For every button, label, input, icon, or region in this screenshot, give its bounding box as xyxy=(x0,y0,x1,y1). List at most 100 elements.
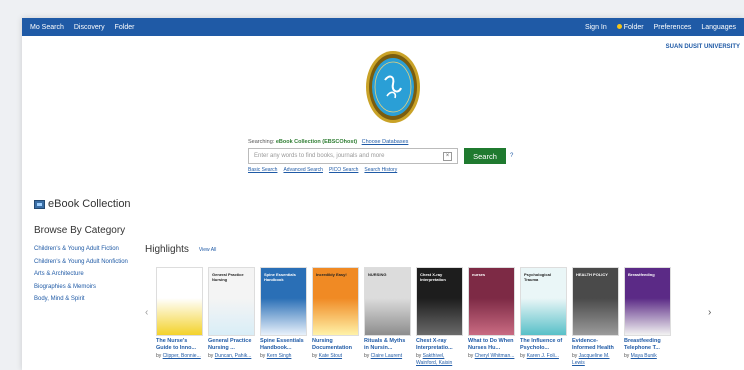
collection-heading: eBook Collection xyxy=(34,198,131,210)
search-panel: Searching: eBook Collection (EBSCOhost) … xyxy=(248,139,548,173)
ebook-icon xyxy=(34,199,45,209)
toolbar-link-new-search[interactable]: Mo Search xyxy=(30,24,64,31)
folder-link[interactable]: Folder xyxy=(616,23,644,31)
folder-icon xyxy=(616,23,622,29)
by-label: by xyxy=(520,353,526,359)
author-link[interactable]: Jacqueline M. Lewis xyxy=(572,353,610,366)
highlights-header: Highlights View All xyxy=(145,244,216,255)
pico-search-link[interactable]: PICO Search xyxy=(329,167,358,173)
book-title-link[interactable]: The Influence of Psycholo... xyxy=(520,338,567,352)
book-author: by Jacqueline M. Lewis xyxy=(572,353,619,366)
book-title-link[interactable]: General Practice Nursing ... xyxy=(208,338,255,352)
cover-text: nurses xyxy=(472,272,486,277)
view-all-link[interactable]: View All xyxy=(199,247,216,253)
top-toolbar: Mo Search Discovery Folder Sign In Folde… xyxy=(22,18,744,36)
book-title-link[interactable]: Rituals & Myths in Nursin... xyxy=(364,338,411,352)
book-author: by Karen J. Foli... xyxy=(520,353,567,360)
book-cover-image[interactable]: nurses xyxy=(468,267,515,336)
book-cover-image[interactable] xyxy=(156,267,203,336)
book-card[interactable]: NURSING Rituals & Myths in Nursin... by Cl… xyxy=(364,267,411,366)
by-label: by xyxy=(468,353,474,359)
category-link[interactable]: Children's & Young Adult Nonfiction xyxy=(34,256,134,269)
author-link[interactable]: Sakthivel, Wainford, Kaisin xyxy=(416,353,452,366)
book-cover-image[interactable]: HEALTH POLICY xyxy=(572,267,619,336)
book-card[interactable]: The Nurse's Guide to Inno... by Clipper, … xyxy=(156,267,203,366)
book-card[interactable]: Spine Essentials Handbook Spine Essential… xyxy=(260,267,307,366)
book-card[interactable]: Incredibly Easy! Nursing Documentation Ma… xyxy=(312,267,359,366)
selected-database: eBook Collection (EBSCOhost) xyxy=(275,139,358,145)
by-label: by xyxy=(624,353,630,359)
by-label: by xyxy=(260,353,266,359)
by-label: by xyxy=(156,353,162,359)
book-cover-image[interactable]: Chest X-ray Interpretation xyxy=(416,267,463,336)
category-link[interactable]: Biographies & Memoirs xyxy=(34,281,134,294)
author-link[interactable]: Cheryl Whitman... xyxy=(475,353,515,359)
category-link[interactable]: Children's & Young Adult Fiction xyxy=(34,243,134,256)
toolbar-link-discovery[interactable]: Discovery xyxy=(74,24,105,31)
search-input[interactable]: Enter any words to find books, journals … xyxy=(248,148,458,164)
book-title-link[interactable]: Breastfeeding Telephone T... xyxy=(624,338,671,352)
book-title-link[interactable]: Nursing Documentation Mad... xyxy=(312,338,359,352)
book-title-link[interactable]: Evidence-Informed Health ... xyxy=(572,338,619,352)
sign-in-link[interactable]: Sign In xyxy=(585,24,607,31)
choose-databases-link[interactable]: Choose Databases xyxy=(362,139,409,145)
author-link[interactable]: Maya Bunik xyxy=(631,353,657,359)
university-seal-logo xyxy=(366,51,420,123)
book-cover-image[interactable]: Spine Essentials Handbook xyxy=(260,267,307,336)
languages-menu[interactable]: Languages xyxy=(701,24,736,31)
book-card[interactable]: General Practice Nursing General Practice… xyxy=(208,267,255,366)
toolbar-link-folder[interactable]: Folder xyxy=(115,24,135,31)
book-author: by Clipper, Bonnie... xyxy=(156,353,203,360)
cover-text: Chest X-ray Interpretation xyxy=(420,272,446,282)
searching-line: Searching: eBook Collection (EBSCOhost) … xyxy=(248,139,548,145)
institution-name: SUAN DUSIT UNIVERSITY xyxy=(665,44,740,50)
cover-text: Incredibly Easy! xyxy=(316,272,347,277)
category-link[interactable]: Arts & Architecture xyxy=(34,268,134,281)
book-card[interactable]: Chest X-ray Interpretation Chest X-ray In… xyxy=(416,267,463,366)
category-link[interactable]: Body, Mind & Spirit xyxy=(34,293,134,306)
book-author: by Maya Bunik xyxy=(624,353,671,360)
clear-search-icon[interactable]: × xyxy=(443,151,452,161)
book-cover-image[interactable]: NURSING xyxy=(364,267,411,336)
book-title-link[interactable]: What to Do When Nurses Hu... xyxy=(468,338,515,352)
search-placeholder: Enter any words to find books, journals … xyxy=(254,153,385,159)
cover-text: Psychological Trauma xyxy=(524,272,551,282)
by-label: by xyxy=(416,353,422,359)
book-author: by Duncan, Pahik... xyxy=(208,353,255,360)
search-history-link[interactable]: Search History xyxy=(364,167,397,173)
author-link[interactable]: Karen J. Foli... xyxy=(527,353,559,359)
search-button[interactable]: Search xyxy=(464,148,506,164)
book-cover-image[interactable]: Breastfeeding xyxy=(624,267,671,336)
book-cover-image[interactable]: Incredibly Easy! xyxy=(312,267,359,336)
book-author: by Claire Laurent xyxy=(364,353,411,360)
book-title-link[interactable]: The Nurse's Guide to Inno... xyxy=(156,338,203,352)
book-cover-image[interactable]: General Practice Nursing xyxy=(208,267,255,336)
carousel-next-icon[interactable]: › xyxy=(708,307,711,318)
by-label: by xyxy=(312,353,318,359)
book-title-link[interactable]: Chest X-ray Interpretatio... xyxy=(416,338,463,352)
preferences-link[interactable]: Preferences xyxy=(654,24,692,31)
cover-text: General Practice Nursing xyxy=(212,272,244,282)
author-link[interactable]: Kate Stout xyxy=(319,353,342,359)
book-card[interactable]: HEALTH POLICY Evidence-Informed Health ..… xyxy=(572,267,619,366)
book-author: by Cheryl Whitman... xyxy=(468,353,515,360)
book-author: by Kern Singh xyxy=(260,353,307,360)
book-title-link[interactable]: Spine Essentials Handbook... xyxy=(260,338,307,352)
help-icon[interactable]: ? xyxy=(510,153,513,159)
author-link[interactable]: Duncan, Pahik... xyxy=(215,353,252,359)
carousel-prev-icon[interactable]: ‹ xyxy=(145,307,148,318)
browse-by-category: Browse By Category Children's & Young Ad… xyxy=(34,224,134,306)
searching-label: Searching: xyxy=(248,139,275,145)
book-card[interactable]: nurses What to Do When Nurses Hu... by Che… xyxy=(468,267,515,366)
author-link[interactable]: Kern Singh xyxy=(267,353,292,359)
book-card[interactable]: Breastfeeding Breastfeeding Telephone T..… xyxy=(624,267,671,366)
folder-label: Folder xyxy=(623,23,644,31)
advanced-search-link[interactable]: Advanced Search xyxy=(283,167,322,173)
book-card[interactable]: Psychological Trauma The Influence of Psy… xyxy=(520,267,567,366)
basic-search-link[interactable]: Basic Search xyxy=(248,167,277,173)
author-link[interactable]: Claire Laurent xyxy=(371,353,402,359)
collection-title: eBook Collection xyxy=(48,198,131,210)
highlights-carousel: The Nurse's Guide to Inno... by Clipper, … xyxy=(156,267,671,366)
book-cover-image[interactable]: Psychological Trauma xyxy=(520,267,567,336)
author-link[interactable]: Clipper, Bonnie... xyxy=(163,353,201,359)
